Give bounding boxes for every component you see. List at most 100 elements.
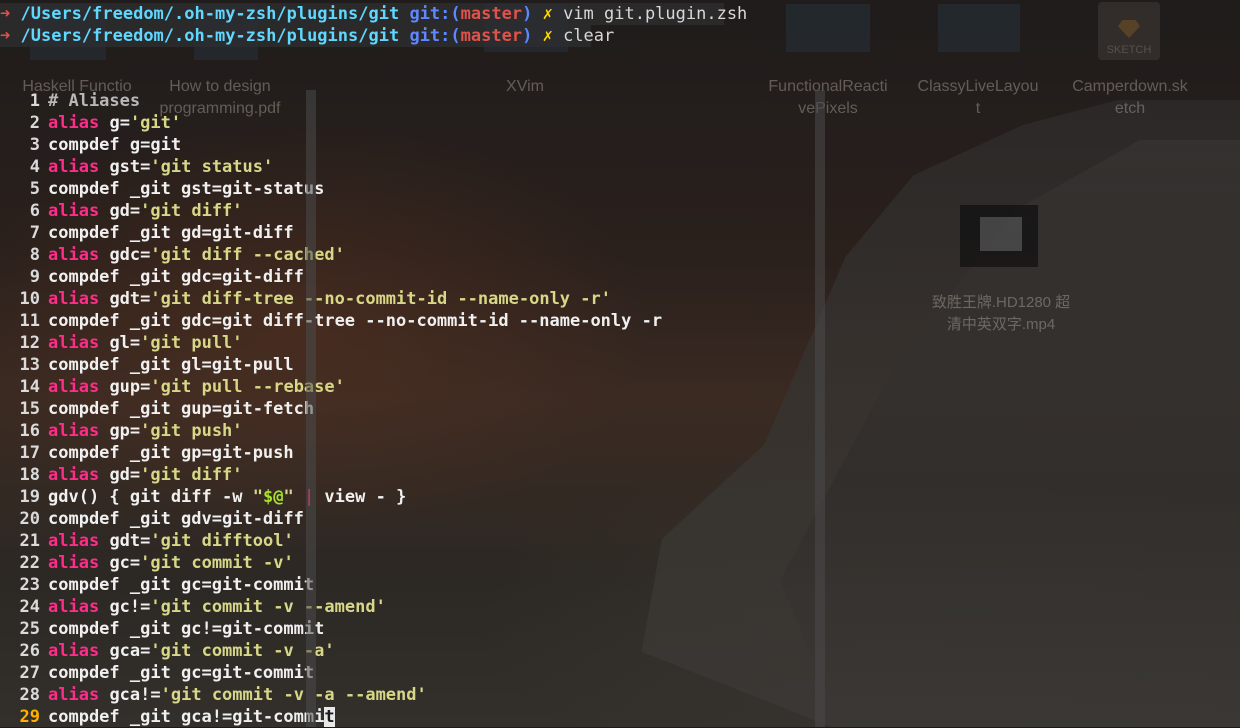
line-number: 8: [29, 245, 40, 265]
line-code: alias gl='git pull': [48, 333, 243, 353]
line-code: gdv() { git diff -w "$@" | view - }: [48, 486, 406, 508]
line-number: 1: [29, 91, 40, 111]
code-text: compdef _git gup=git-fetch: [48, 399, 315, 419]
prompt-dirty-icon: ✗: [542, 26, 553, 46]
code-text: compdef _git gst=git-status: [48, 179, 325, 199]
code-text: compdef _git gdv=git-diff: [48, 509, 304, 529]
vim-line[interactable]: 22 alias gc='git commit -v': [0, 552, 820, 574]
vim-line[interactable]: 28 alias gca!='git commit -v -a --amend': [0, 684, 820, 706]
line-code: alias gca='git commit -v -a': [48, 641, 335, 661]
code-keyword: alias: [48, 597, 100, 617]
alias-value: 'git diff': [140, 465, 243, 485]
line-code: alias gdt='git difftool': [48, 531, 294, 551]
line-number: 20: [19, 509, 40, 529]
prompt-dirty-icon: ✗: [542, 4, 553, 24]
vim-line[interactable]: 10 alias gdt='git diff-tree --no-commit-i…: [0, 288, 820, 310]
vim-line[interactable]: 29 compdef _git gca!=git-commit: [0, 706, 820, 728]
code-keyword: alias: [48, 377, 100, 397]
vim-line[interactable]: 5 compdef _git gst=git-status: [0, 178, 820, 200]
vim-line[interactable]: 14 alias gup='git pull --rebase': [0, 376, 820, 398]
vim-split-divider-right[interactable]: [815, 90, 825, 727]
vim-line[interactable]: 20 compdef _git gdv=git-diff: [0, 508, 820, 530]
alias-name: gc!: [109, 597, 141, 617]
vim-line[interactable]: 19 gdv() { git diff -w "$@" | view - }: [0, 486, 820, 508]
alias-value: 'git push': [140, 421, 243, 441]
vim-line[interactable]: 16 alias gp='git push': [0, 420, 820, 442]
vim-line[interactable]: 9 compdef _git gdc=git-diff: [0, 266, 820, 288]
vim-line[interactable]: 27 compdef _git gc=git-commit: [0, 662, 820, 684]
vim-line[interactable]: 8 alias gdc='git diff --cached': [0, 244, 820, 266]
prompt-command: clear: [563, 26, 615, 46]
alias-name: gd: [109, 465, 130, 485]
vim-line[interactable]: 12 alias gl='git pull': [0, 332, 820, 354]
vim-line[interactable]: 15 compdef _git gup=git-fetch: [0, 398, 820, 420]
func-tail: view - }: [314, 487, 407, 507]
prompt-git-close: ): [522, 4, 533, 24]
shell-prompt-line: ➜ /Users/freedom/.oh-my-zsh/plugins/git …: [0, 3, 747, 25]
line-number: 12: [19, 333, 40, 353]
vim-line[interactable]: 6 alias gd='git diff': [0, 200, 820, 222]
alias-name: gc: [109, 553, 130, 573]
vim-line[interactable]: 4 alias gst='git status': [0, 156, 820, 178]
code-text: compdef _git gdc=git diff-tree --no-comm…: [48, 311, 663, 331]
code-keyword: alias: [48, 157, 100, 177]
alias-name: gst: [109, 157, 141, 177]
vim-editor[interactable]: 29 compdef _git gca!=git-commit 28 alias gc…: [0, 90, 1240, 727]
line-code: alias gdt='git diff-tree --no-commit-id …: [48, 289, 611, 309]
line-code: compdef _git gc=git-commit: [48, 574, 314, 596]
vim-line[interactable]: 17 compdef _git gp=git-push: [0, 442, 820, 464]
line-number: 16: [19, 421, 40, 441]
vim-line[interactable]: 24 alias gc!='git commit -v --amend': [0, 596, 820, 618]
code-keyword: alias: [48, 685, 100, 705]
terminal-window[interactable]: ➜ /Users/freedom/.oh-my-zsh/plugins/git …: [0, 0, 1240, 727]
prompt-git-label: git:(: [409, 26, 461, 46]
line-number: 26: [19, 641, 40, 661]
line-number: 9: [29, 267, 40, 287]
prompt-arrow-icon: ➜: [0, 26, 11, 46]
line-code: compdef _git gl=git-pull: [48, 354, 294, 376]
line-number: 24: [19, 597, 40, 617]
alias-name: g: [109, 113, 120, 133]
code-text: compdef _git gca!=git-commi: [48, 707, 325, 727]
vim-line[interactable]: 7 compdef _git gd=git-diff: [0, 222, 820, 244]
vim-line[interactable]: 18 alias gd='git diff': [0, 464, 820, 486]
alias-value: 'git status': [150, 157, 274, 177]
vim-line[interactable]: 13 compdef _git gl=git-pull: [0, 354, 820, 376]
prompt-git-close: ): [522, 26, 533, 46]
vim-line[interactable]: 21 alias gdt='git difftool': [0, 530, 820, 552]
code-text: compdef _git gp=git-push: [48, 443, 294, 463]
prompt-command: vim git.plugin.zsh: [563, 4, 748, 24]
vim-line[interactable]: 25 compdef _git gc!=git-commit: [0, 618, 820, 640]
vim-line[interactable]: 2 alias g='git': [0, 112, 820, 134]
alias-value: 'git commit -v -a --amend': [160, 685, 427, 705]
line-number: 4: [29, 157, 40, 177]
alias-name: gup: [109, 377, 141, 397]
vim-split-divider-left[interactable]: [306, 90, 316, 727]
line-code: alias gst='git status': [48, 157, 274, 177]
line-code: alias gp='git push': [48, 421, 243, 441]
vim-line[interactable]: 3 compdef g=git: [0, 134, 820, 156]
alias-value: 'git diff': [140, 201, 243, 221]
vim-line[interactable]: 11 compdef _git gdc=git diff-tree --no-co…: [0, 310, 820, 332]
line-number: 14: [19, 377, 40, 397]
line-number: 7: [29, 223, 40, 243]
vim-line[interactable]: 1 # Aliases: [0, 90, 820, 112]
line-number: 21: [19, 531, 40, 551]
line-code: compdef _git gp=git-push: [48, 442, 294, 464]
func-space: [294, 487, 304, 507]
alias-name: gdt: [109, 289, 141, 309]
vim-line[interactable]: 26 alias gca='git commit -v -a': [0, 640, 820, 662]
line-number: 2: [29, 113, 40, 133]
code-text: compdef g=git: [48, 135, 182, 155]
code-keyword: alias: [48, 553, 100, 573]
line-code: compdef _git gdv=git-diff: [48, 508, 304, 530]
line-code: alias gc!='git commit -v --amend': [48, 597, 386, 617]
vim-line[interactable]: 23 compdef _git gc=git-commit: [0, 574, 820, 596]
text-cursor: t: [324, 707, 335, 727]
line-number: 19: [19, 487, 40, 507]
alias-name: gd: [109, 201, 130, 221]
code-keyword: alias: [48, 465, 100, 485]
alias-name: gp: [109, 421, 130, 441]
prompt-branch: master: [460, 26, 523, 46]
line-code: compdef g=git: [48, 134, 181, 156]
